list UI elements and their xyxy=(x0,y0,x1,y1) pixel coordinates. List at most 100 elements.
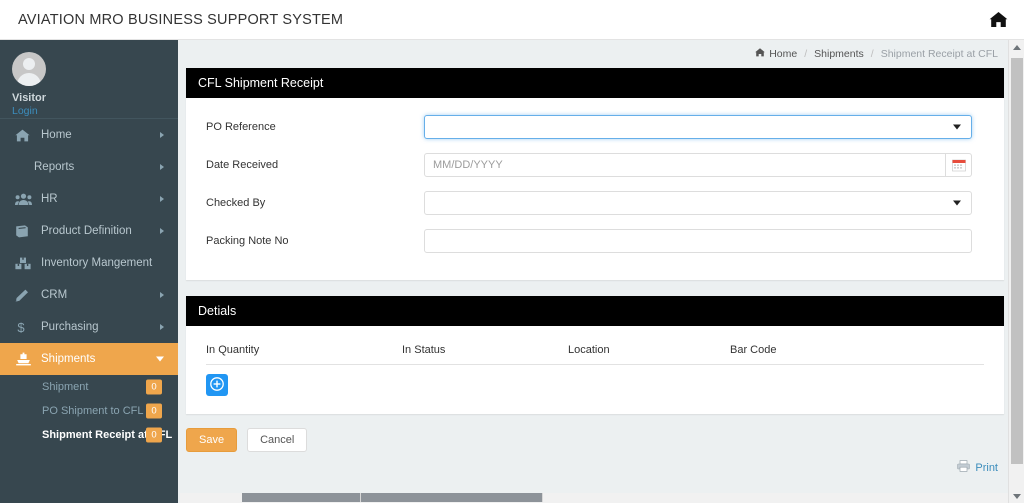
sidebar-item-hr[interactable]: HR xyxy=(0,183,178,215)
sidebar-item-shipments[interactable]: Shipments xyxy=(0,343,178,375)
app-title: AVIATION MRO BUSINESS SUPPORT SYSTEM xyxy=(18,11,344,28)
breadcrumb-separator: / xyxy=(804,48,808,60)
top-bar: AVIATION MRO BUSINESS SUPPORT SYSTEM xyxy=(0,0,1024,40)
users-icon xyxy=(15,191,34,207)
ship-icon xyxy=(15,351,34,367)
date-received-input[interactable] xyxy=(424,153,946,177)
sidebar-item-label: Product Definition xyxy=(41,225,132,237)
sidebar-item-reports[interactable]: Reports xyxy=(0,151,178,183)
sidebar-item-label: Home xyxy=(41,129,72,141)
checked-by-select[interactable] xyxy=(424,191,972,215)
form-row-packing-note-no: Packing Note No xyxy=(186,226,1004,256)
boxes-icon xyxy=(15,255,34,271)
sidebar-item-label: Purchasing xyxy=(41,321,99,333)
user-avatar-icon xyxy=(12,52,46,86)
breadcrumb-home-label: Home xyxy=(769,48,798,60)
badge-count: 0 xyxy=(146,427,162,443)
chevron-right-icon xyxy=(160,324,164,330)
add-row-button[interactable] xyxy=(206,374,228,396)
column-header-in-quantity: In Quantity xyxy=(206,344,260,356)
checked-by-field-wrap xyxy=(424,191,972,215)
horizontal-scroll-thumb[interactable] xyxy=(242,493,542,502)
date-received-label: Date Received xyxy=(206,159,279,171)
checked-by-label: Checked By xyxy=(206,197,266,209)
plus-circle-icon xyxy=(210,376,224,394)
scroll-up-arrow-icon[interactable] xyxy=(1009,40,1024,54)
sidebar-user-panel: Visitor Login xyxy=(0,40,178,119)
details-panel-body: In Quantity In Status Location Bar Code xyxy=(186,326,1004,414)
details-panel-title: Detials xyxy=(198,304,237,318)
packing-note-no-input[interactable] xyxy=(424,229,972,253)
panel-header: CFL Shipment Receipt xyxy=(186,68,1004,98)
sidebar-item-home[interactable]: Home xyxy=(0,119,178,151)
home-icon xyxy=(755,48,766,60)
po-reference-select[interactable] xyxy=(424,115,972,139)
column-header-in-status: In Status xyxy=(402,344,446,356)
sidebar-item-product-definition[interactable]: Product Definition xyxy=(0,215,178,247)
po-reference-field-wrap xyxy=(424,115,972,139)
form-row-checked-by: Checked By xyxy=(186,188,1004,218)
sidebar-item-label: CRM xyxy=(41,289,68,301)
svg-text:$: $ xyxy=(17,320,25,334)
badge-count: 0 xyxy=(146,379,162,395)
sidebar-item-inventory-mangement[interactable]: Inventory Mangement xyxy=(0,247,178,279)
sidebar-subitem-label: PO Shipment to CFL xyxy=(42,405,144,417)
sidebar-item-label: HR xyxy=(41,193,58,205)
sidebar-item-crm[interactable]: CRM xyxy=(0,279,178,311)
sidebar-item-purchasing[interactable]: $ Purchasing xyxy=(0,311,178,343)
sidebar-subitem-po-shipment-to-cfl[interactable]: PO Shipment to CFL 0 xyxy=(0,399,178,423)
chevron-right-icon xyxy=(160,164,164,170)
chevron-right-icon xyxy=(160,292,164,298)
breadcrumb-home[interactable]: Home xyxy=(755,48,797,60)
form-row-date-received: Date Received xyxy=(186,150,1004,180)
main-content: Home / Shipments / Shipment Receipt at C… xyxy=(178,40,1024,503)
print-link[interactable]: Print xyxy=(957,460,998,475)
calendar-icon[interactable] xyxy=(946,153,972,177)
dollar-icon: $ xyxy=(15,319,34,335)
chevron-right-icon xyxy=(160,228,164,234)
details-panel: Detials In Quantity In Status Location B… xyxy=(186,296,1004,414)
packing-note-no-field-wrap xyxy=(424,229,972,253)
sidebar-subitem-shipment[interactable]: Shipment 0 xyxy=(0,375,178,399)
cancel-button[interactable]: Cancel xyxy=(247,428,308,452)
sidebar-item-label: Shipments xyxy=(41,353,96,365)
badge-count: 0 xyxy=(146,403,162,419)
details-table-rows xyxy=(206,365,984,396)
date-received-field-wrap xyxy=(424,153,972,177)
scroll-down-arrow-icon[interactable] xyxy=(1009,489,1024,503)
packing-note-no-label: Packing Note No xyxy=(206,235,289,247)
cfl-shipment-receipt-panel: CFL Shipment Receipt PO Reference Date R… xyxy=(186,68,1004,280)
printer-icon xyxy=(957,460,971,475)
form-actions: Save Cancel xyxy=(178,414,1024,452)
sidebar-subitem-label: Shipment xyxy=(42,381,89,393)
chevron-right-icon xyxy=(160,132,164,138)
po-reference-label: PO Reference xyxy=(206,121,276,133)
form-row-po-reference: PO Reference xyxy=(186,112,1004,142)
panel-body: PO Reference Date Received MM/DD/YYYY Ch… xyxy=(186,98,1004,280)
home-icon xyxy=(15,127,34,143)
user-name: Visitor xyxy=(12,92,47,104)
login-link[interactable]: Login xyxy=(12,105,178,117)
vertical-scroll-thumb[interactable] xyxy=(1011,58,1023,464)
breadcrumb-shipments[interactable]: Shipments xyxy=(814,48,864,60)
details-panel-header: Detials xyxy=(186,296,1004,326)
top-bar-right xyxy=(989,11,1008,28)
print-label: Print xyxy=(975,461,998,474)
home-icon[interactable] xyxy=(989,11,1008,28)
breadcrumb-separator-2: / xyxy=(870,48,874,60)
chevron-down-icon xyxy=(156,356,164,362)
sidebar-nav: Home Reports HR Product Definition Inven… xyxy=(0,119,178,375)
pencil-icon xyxy=(15,287,34,303)
sidebar-subnav-shipments: Shipment 0 PO Shipment to CFL 0 Shipment… xyxy=(0,375,178,447)
panel-title: CFL Shipment Receipt xyxy=(198,76,324,90)
sidebar: Visitor Login Home Reports HR Product De… xyxy=(0,40,178,503)
application-window: AVIATION MRO BUSINESS SUPPORT SYSTEM Vis… xyxy=(0,0,1024,503)
breadcrumb: Home / Shipments / Shipment Receipt at C… xyxy=(178,40,1024,68)
breadcrumb-current: Shipment Receipt at CFL xyxy=(880,48,998,60)
book-icon xyxy=(15,223,34,239)
sidebar-item-label: Inventory Mangement xyxy=(41,257,153,269)
vertical-scrollbar[interactable] xyxy=(1008,40,1024,503)
sidebar-subitem-shipment-receipt-at-cfl[interactable]: Shipment Receipt at CFL 0 xyxy=(0,423,178,447)
horizontal-scrollbar[interactable] xyxy=(180,493,1008,503)
save-button[interactable]: Save xyxy=(186,428,238,452)
